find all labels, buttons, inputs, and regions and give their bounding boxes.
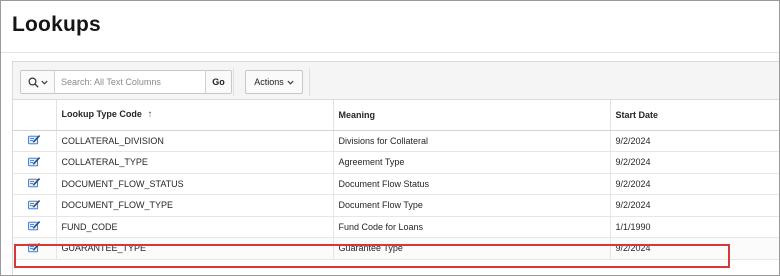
cell-start-date: 9/2/2024 — [610, 173, 779, 195]
cell-start-date: 9/2/2024 — [610, 130, 779, 152]
cell-lookup-type-code: DOCUMENT_FLOW_TYPE — [56, 194, 334, 217]
cell-meaning: Divisions for Collateral — [333, 130, 611, 152]
chevron-down-icon — [287, 80, 294, 85]
column-header-lookup-type-code[interactable]: Lookup Type Code ↑ — [56, 100, 334, 131]
column-header-label: Lookup Type Code — [61, 109, 142, 120]
search-column-menu[interactable] — [21, 71, 55, 93]
edit-icon[interactable] — [27, 199, 41, 210]
edit-cell[interactable] — [13, 151, 57, 174]
table-row: FUND_CODE Fund Code for Loans 1/1/1990 — [13, 216, 779, 238]
edit-icon[interactable] — [27, 156, 41, 167]
cell-start-date: 9/2/2024 — [610, 237, 779, 260]
go-button[interactable]: Go — [205, 71, 231, 93]
table-row: DOCUMENT_FLOW_TYPE Document Flow Type 9/2/… — [13, 194, 779, 217]
edit-icon[interactable] — [27, 242, 41, 253]
cell-start-date: 9/2/2024 — [610, 151, 779, 174]
cell-meaning: Fund Code for Loans — [333, 216, 611, 238]
column-header-meaning[interactable]: Meaning — [333, 100, 611, 131]
table-row: GUARANTEE_TYPE Guarantee Type 9/2/2024 — [13, 237, 779, 260]
actions-label: Actions — [254, 77, 284, 87]
cell-meaning: Agreement Type — [333, 151, 611, 174]
chevron-down-icon — [40, 80, 48, 85]
report-toolbar: Go Actions — [13, 62, 779, 100]
sort-ascending-icon: ↑ — [147, 109, 153, 121]
edit-icon[interactable] — [27, 177, 41, 188]
edit-cell[interactable] — [13, 194, 57, 217]
edit-cell[interactable] — [13, 173, 57, 195]
cell-lookup-type-code: DOCUMENT_FLOW_STATUS — [56, 173, 334, 195]
cell-lookup-type-code: COLLATERAL_TYPE — [56, 151, 334, 174]
page-title: Lookups — [12, 13, 101, 36]
edit-cell[interactable] — [13, 216, 57, 238]
table-row: DOCUMENT_FLOW_STATUS Document Flow Status… — [13, 173, 779, 195]
search-icon — [27, 76, 39, 88]
interactive-report: Go Actions Lookup — [12, 61, 779, 275]
toolbar-divider — [233, 68, 234, 96]
cell-lookup-type-code: GUARANTEE_TYPE — [56, 237, 334, 260]
cell-start-date: 9/2/2024 — [610, 194, 779, 217]
lookups-page: Lookups Go Actions — [0, 0, 780, 276]
page-header: Lookups — [1, 1, 779, 53]
edit-icon[interactable] — [27, 220, 41, 231]
edit-cell[interactable] — [13, 237, 57, 260]
cell-meaning: Document Flow Type — [333, 194, 611, 217]
table-header-row: Lookup Type Code ↑ Meaning Start Date — [13, 100, 779, 131]
column-header-start-date[interactable]: Start Date — [610, 100, 779, 131]
cell-start-date: 1/1/1990 — [610, 216, 779, 238]
column-header-edit — [13, 100, 57, 131]
edit-cell[interactable] — [13, 130, 57, 152]
table-row: COLLATERAL_DIVISION Divisions for Collate… — [13, 130, 779, 152]
lookups-table: Lookup Type Code ↑ Meaning Start Date CO… — [13, 100, 779, 260]
search-input[interactable] — [55, 71, 205, 93]
toolbar-divider — [309, 68, 310, 96]
cell-lookup-type-code: FUND_CODE — [56, 216, 334, 238]
cell-meaning: Document Flow Status — [333, 173, 611, 195]
search-bar: Go — [20, 70, 232, 94]
actions-menu-button[interactable]: Actions — [245, 70, 303, 94]
cell-meaning: Guarantee Type — [333, 237, 611, 260]
edit-icon[interactable] — [27, 134, 41, 145]
cell-lookup-type-code: COLLATERAL_DIVISION — [56, 130, 334, 152]
table-row: COLLATERAL_TYPE Agreement Type 9/2/2024 — [13, 151, 779, 174]
